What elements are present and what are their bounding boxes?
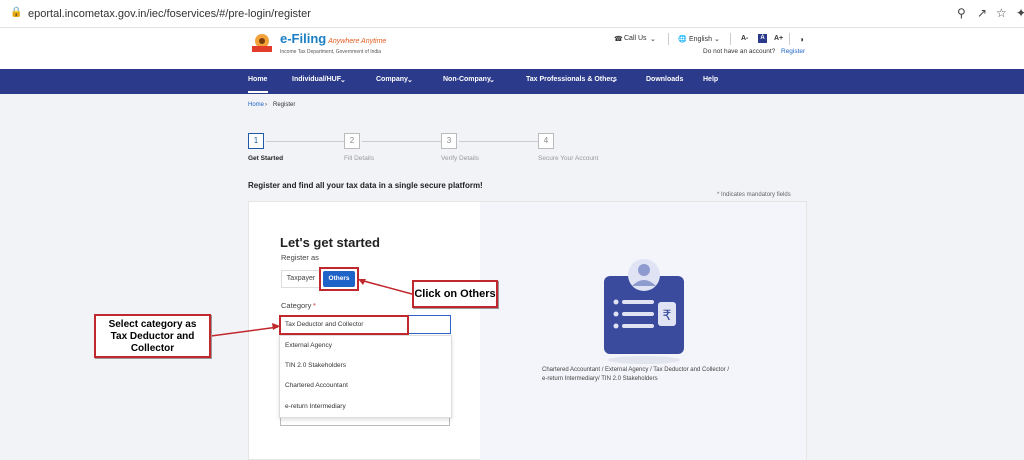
logo-tagline: Anywhere Anytime (328, 38, 387, 45)
font-decrease-button[interactable]: A- (741, 35, 748, 42)
taxpayer-toggle[interactable]: Taxpayer (281, 270, 321, 288)
logo-dept: Income Tax Department, Government of Ind… (280, 49, 382, 55)
option-highlight-box (279, 315, 409, 335)
efiling-logo[interactable]: e-Filing Anywhere Anytime Income Tax Depa… (280, 30, 386, 55)
divider (789, 33, 790, 45)
lock-icon: 🔒 (10, 7, 23, 18)
step-connector (266, 141, 344, 142)
step-connector (362, 141, 441, 142)
chevron-down-icon: ⌄ (340, 77, 346, 84)
id-card-illustration: ₹ (604, 259, 684, 364)
step-connector (459, 141, 538, 142)
step-1-label: Get Started (248, 155, 284, 162)
others-highlight-box (319, 267, 359, 291)
nav-item-downloads[interactable]: Downloads (646, 76, 683, 83)
register-link[interactable]: Register (781, 48, 805, 55)
chevron-down-icon: ⌄ (489, 77, 495, 84)
nav-item-tax-professionals[interactable]: Tax Professionals & Others (526, 76, 617, 83)
call-us-link[interactable]: Call Us (624, 35, 647, 42)
share-icon[interactable]: ↗ (977, 6, 987, 20)
form-heading: Let's get started (280, 235, 380, 250)
contrast-icon[interactable]: ◑ (799, 35, 804, 44)
callout-line: Tax Deductor and (110, 331, 195, 342)
step-3-label: Verify Details (441, 155, 479, 162)
nav-active-indicator (248, 91, 268, 93)
required-mark: * (313, 301, 316, 310)
callout-line: Select category as (108, 319, 197, 330)
step-4-box: 4 (538, 133, 554, 149)
chevron-down-icon: ⌄ (611, 77, 617, 84)
illustration-caption-line2: e-return Intermediary/ TIN 2.0 Stakehold… (542, 376, 658, 382)
step-2-label: Fill Details (344, 155, 374, 162)
chevron-down-icon: ⌄ (714, 36, 720, 43)
browser-address-bar[interactable]: 🔒 eportal.incometax.gov.in/iec/foservice… (0, 0, 1024, 28)
dropdown-option[interactable]: e-return Intermediary (285, 403, 346, 410)
divider (730, 33, 731, 45)
dropdown-option[interactable]: TIN 2.0 Stakeholders (285, 362, 346, 369)
divider (668, 33, 669, 45)
font-increase-button[interactable]: A+ (774, 35, 783, 42)
url-text[interactable]: eportal.incometax.gov.in/iec/foservices/… (28, 8, 311, 20)
logo-title: e-Filing (280, 31, 327, 46)
chevron-down-icon: ⌄ (407, 77, 413, 84)
globe-icon: 🌐 (678, 36, 687, 43)
no-account-text: Do not have an account? (703, 48, 776, 55)
main-nav (0, 69, 1024, 94)
zoom-icon[interactable]: ⚲ (957, 6, 966, 20)
bookmark-star-icon[interactable]: ☆ (996, 6, 1007, 20)
nav-item-company[interactable]: Company (376, 76, 408, 83)
intro-text: Register and find all your tax data in a… (248, 181, 483, 190)
mandatory-note: * Indicates mandatory fields (717, 192, 791, 198)
callout-click-others: Click on Others (412, 280, 498, 308)
step-2-box: 2 (344, 133, 360, 149)
nav-item-individual[interactable]: Individual/HUF (292, 76, 341, 83)
category-label: Category (281, 301, 312, 310)
dropdown-option[interactable]: Chartered Accountant (285, 382, 348, 389)
nav-item-non-company[interactable]: Non-Company (443, 76, 491, 83)
language-select[interactable]: English (689, 36, 712, 43)
extension-icon[interactable]: ✦ (1016, 6, 1024, 20)
chevron-right-icon: › (265, 102, 267, 108)
register-as-label: Register as (281, 253, 319, 262)
callout-line: Collector (130, 343, 175, 354)
font-normal-button[interactable]: A (758, 34, 767, 43)
phone-icon: ☎ (614, 36, 623, 43)
step-4-label: Secure Your Account (538, 155, 599, 162)
callout-select-category: Select category as Tax Deductor and Coll… (94, 314, 211, 358)
nav-item-help[interactable]: Help (703, 76, 718, 83)
breadcrumb-current: Register (273, 102, 296, 108)
chevron-down-icon: ⌄ (650, 36, 656, 43)
illustration-caption-line1: Chartered Accountant / External Agency /… (542, 367, 729, 373)
step-3-box: 3 (441, 133, 457, 149)
dropdown-option[interactable]: External Agency (285, 342, 332, 349)
step-1-box: 1 (248, 133, 264, 149)
emblem-logo (252, 34, 272, 52)
svg-text:₹: ₹ (663, 308, 672, 324)
nav-item-home[interactable]: Home (248, 76, 267, 83)
breadcrumb-home[interactable]: Home (248, 102, 264, 108)
site-header (0, 28, 1024, 69)
